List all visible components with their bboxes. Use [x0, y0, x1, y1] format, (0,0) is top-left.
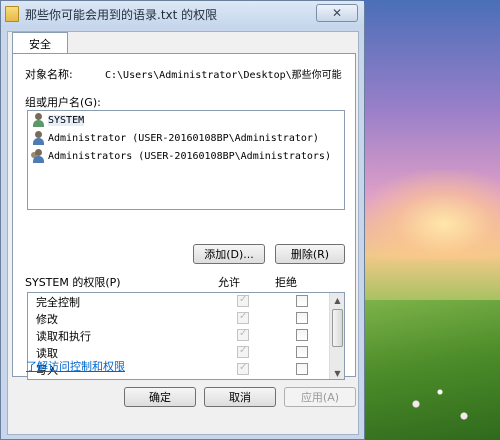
object-name-value: C:\Users\Administrator\Desktop\那些你可能: [105, 70, 342, 81]
object-name-label: 对象名称:: [25, 68, 73, 81]
allow-checkbox: ✓: [237, 311, 249, 324]
title-bar[interactable]: 那些你可能会用到的语录.txt 的权限 ✕: [1, 1, 364, 27]
close-icon: ✕: [331, 6, 343, 20]
permissions-label: SYSTEM 的权限(P): [25, 276, 121, 289]
add-button[interactable]: 添加(D)...: [193, 244, 265, 264]
group-icon: [31, 149, 46, 163]
allow-checkbox: ✓: [237, 345, 249, 358]
allow-column-header: 允许: [218, 276, 240, 289]
access-control-help-link[interactable]: 了解访问控制和权限: [26, 358, 125, 374]
deny-checkbox[interactable]: [296, 329, 308, 341]
permission-row-modify: 修改 ✓: [28, 310, 344, 327]
user-name: Administrator (USER-20160108BP\Administr…: [48, 132, 319, 144]
deny-checkbox[interactable]: [296, 363, 308, 375]
permission-row-read-execute: 读取和执行 ✓: [28, 327, 344, 344]
permissions-dialog: 那些你可能会用到的语录.txt 的权限 ✕ 安全 对象名称: C:\Users\…: [0, 0, 365, 440]
ok-button[interactable]: 确定: [124, 387, 196, 407]
window-title: 那些你可能会用到的语录.txt 的权限: [25, 7, 218, 22]
allow-checkbox: ✓: [237, 294, 249, 307]
deny-checkbox[interactable]: [296, 295, 308, 307]
deny-column-header: 拒绝: [275, 276, 297, 289]
tab-security-label: 安全: [29, 37, 51, 51]
permissions-scrollbar[interactable]: ▲ ▼: [329, 293, 344, 379]
users-list[interactable]: SYSTEM Administrator (USER-20160108BP\Ad…: [27, 110, 345, 210]
user-row-administrator[interactable]: Administrator (USER-20160108BP\Administr…: [28, 129, 344, 147]
permission-row-full-control: 完全控制 ✓: [28, 293, 344, 310]
cancel-button[interactable]: 取消: [204, 387, 276, 407]
allow-checkbox: ✓: [237, 362, 249, 375]
wallpaper-sun-glow: [360, 170, 500, 260]
user-row-administrators[interactable]: Administrators (USER-20160108BP\Administ…: [28, 147, 344, 165]
allow-checkbox: ✓: [237, 328, 249, 341]
permission-name: 完全控制: [36, 295, 80, 309]
deny-checkbox[interactable]: [296, 312, 308, 324]
users-list-label: 组或用户名(G):: [25, 96, 101, 109]
user-icon: [31, 131, 46, 145]
wallpaper-flowers: [380, 380, 500, 440]
user-name: Administrators (USER-20160108BP\Administ…: [48, 150, 331, 162]
scroll-up-arrow-icon[interactable]: ▲: [332, 295, 343, 306]
tab-security[interactable]: 安全: [12, 32, 68, 54]
close-button[interactable]: ✕: [316, 4, 358, 22]
document-icon: [5, 6, 19, 22]
user-name: SYSTEM: [48, 114, 85, 126]
apply-button[interactable]: 应用(A): [284, 387, 356, 407]
user-row-system[interactable]: SYSTEM: [28, 111, 344, 129]
scroll-down-arrow-icon[interactable]: ▼: [332, 368, 343, 379]
dialog-client-area: 安全 对象名称: C:\Users\Administrator\Desktop\…: [7, 31, 359, 435]
permission-name: 读取和执行: [36, 329, 91, 343]
security-tab-panel: 对象名称: C:\Users\Administrator\Desktop\那些你…: [12, 53, 356, 380]
system-user-icon: [31, 113, 46, 127]
remove-button[interactable]: 删除(R): [275, 244, 345, 264]
deny-checkbox[interactable]: [296, 346, 308, 358]
scrollbar-thumb[interactable]: [332, 309, 343, 347]
permission-name: 修改: [36, 312, 58, 326]
